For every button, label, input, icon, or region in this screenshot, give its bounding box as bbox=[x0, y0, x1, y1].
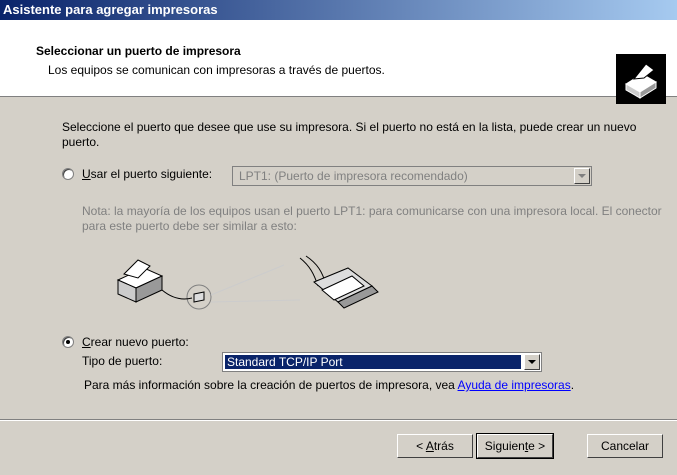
use-port-radio[interactable] bbox=[62, 168, 74, 180]
next-prefix: Siguien bbox=[484, 439, 525, 453]
create-port-radio[interactable] bbox=[62, 336, 74, 348]
parallel-connector-illustration bbox=[104, 240, 394, 325]
wizard-header: Seleccionar un puerto de impresora Los e… bbox=[0, 20, 677, 104]
use-port-label-rest: sar el puerto siguiente: bbox=[90, 167, 213, 181]
window-title: Asistente para agregar impresoras bbox=[3, 2, 218, 17]
info-text: Para más información sobre la creación d… bbox=[84, 378, 574, 392]
create-port-label[interactable]: Crear nuevo puerto: bbox=[82, 335, 189, 349]
port-type-dropdown[interactable]: Standard TCP/IP Port bbox=[222, 352, 542, 372]
page-title: Seleccionar un puerto de impresora bbox=[36, 44, 241, 58]
use-port-label[interactable]: Usar el puerto siguiente: bbox=[82, 167, 212, 181]
cancel-button[interactable]: Cancelar bbox=[587, 434, 663, 458]
printer-icon bbox=[616, 54, 666, 104]
page-subtitle: Los equipos se comunican con impresoras … bbox=[48, 63, 385, 77]
back-mnemonic: A bbox=[425, 439, 434, 453]
next-rest: e > bbox=[528, 439, 546, 453]
create-port-mnemonic: C bbox=[82, 335, 91, 349]
info-text-body: Para más información sobre la creación d… bbox=[84, 378, 458, 392]
dropdown-arrow-icon[interactable] bbox=[574, 168, 590, 184]
use-port-mnemonic: U bbox=[82, 167, 91, 181]
existing-port-value: LPT1: (Puerto de impresora recomendado) bbox=[239, 169, 468, 183]
back-prefix: < bbox=[416, 439, 426, 453]
port-type-label: Tipo de puerto: bbox=[82, 354, 163, 368]
port-type-value: Standard TCP/IP Port bbox=[225, 355, 521, 369]
info-text-end: . bbox=[570, 378, 575, 392]
next-button[interactable]: Siguiente > bbox=[476, 433, 554, 459]
printer-help-link[interactable]: Ayuda de impresoras bbox=[458, 378, 571, 392]
note-text: Nota: la mayoría de los equipos usan el … bbox=[82, 204, 662, 233]
existing-port-dropdown[interactable]: LPT1: (Puerto de impresora recomendado) bbox=[232, 166, 592, 186]
title-bar: Asistente para agregar impresoras bbox=[0, 0, 677, 20]
back-rest: trás bbox=[433, 439, 454, 453]
create-port-label-rest: rear nuevo puerto: bbox=[90, 335, 189, 349]
footer-separator bbox=[0, 419, 677, 421]
dropdown-arrow-icon[interactable] bbox=[524, 354, 540, 370]
back-button[interactable]: < Atrás bbox=[397, 434, 473, 458]
instruction-text: Seleccione el puerto que desee que use s… bbox=[62, 120, 637, 149]
